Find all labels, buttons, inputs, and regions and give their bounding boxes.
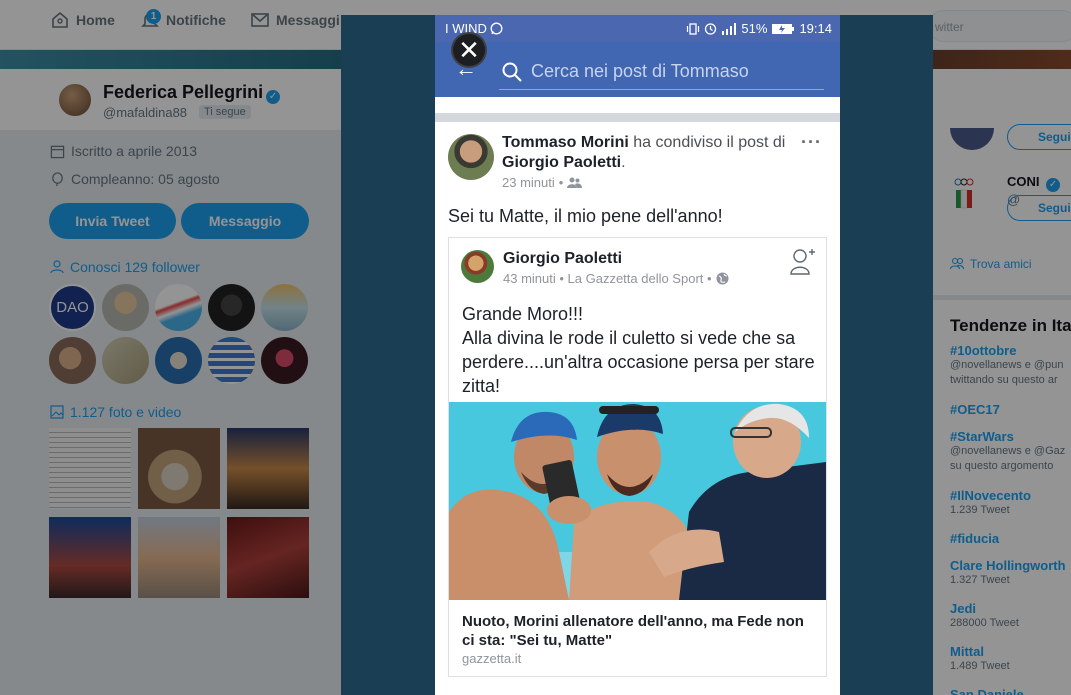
shared-text-line: Grande Moro!!! [462,304,584,324]
shared-text: Grande Moro!!! Alla divina le rode il cu… [462,302,820,398]
post-shared-from[interactable]: Giorgio Paoletti [502,154,621,171]
battery-percent: 51% [741,21,768,36]
previous-post-edge [435,97,840,113]
vibrate-icon [687,22,700,35]
add-friend-icon[interactable] [789,247,815,277]
post-timestamp[interactable]: 23 minuti • [502,175,583,190]
shared-text-line: perdere....un'altra occasione persa per … [462,352,815,372]
shared-author-avatar[interactable] [461,250,494,283]
post-text: Sei tu Matte, il mio pene dell'anno! [448,206,723,226]
facebook-post: Tommaso Morini ha condiviso il post di G… [435,122,840,695]
post-header: Tommaso Morini ha condiviso il post di G… [502,133,792,173]
globe-icon [716,272,729,285]
post-period: . [621,154,626,171]
statusbar-right: 51% 19:14 [686,21,832,36]
search-icon [502,62,522,82]
article-photo[interactable] [449,402,826,600]
friends-audience-icon [567,177,583,188]
facebook-header: ← Cerca nei post di Tommaso [435,42,840,97]
shared-post[interactable]: Giorgio Paoletti 43 minuti • La Gazzetta… [448,237,827,677]
post-author-avatar[interactable] [448,134,494,180]
post-options-icon[interactable]: ··· [801,132,822,153]
post-action-text: ha condiviso il post di [628,134,786,151]
shared-meta-text: 43 minuti • La Gazzetta dello Sport • [503,271,712,286]
shared-meta: 43 minuti • La Gazzetta dello Sport • [503,271,729,286]
shared-text-line: Alla divina le rode il culetto si vede c… [462,328,796,348]
post-time-separator: • [558,175,564,190]
link-domain: gazzetta.it [462,651,522,666]
feed-separator [435,113,840,122]
close-icon[interactable]: ✕ [451,32,487,68]
clock: 19:14 [799,21,832,36]
signal-icon [722,22,737,35]
post-search-input[interactable]: Cerca nei post di Tommaso [499,54,824,90]
shared-text-line: zitta! [462,376,501,396]
alarm-icon [705,23,717,35]
search-placeholder: Cerca nei post di Tommaso [531,61,749,81]
phone-screenshot: I WIND 51% 19:14 ← Cerca nei post di Tom… [435,15,840,695]
post-author[interactable]: Tommaso Morini [502,134,629,151]
whatsapp-icon [490,22,503,35]
post-time-text: 23 minuti [502,175,555,190]
android-statusbar: I WIND 51% 19:14 [435,15,840,42]
shared-author[interactable]: Giorgio Paoletti [503,250,622,268]
battery-icon [772,23,795,34]
link-title[interactable]: Nuoto, Morini allenatore dell'anno, ma F… [462,612,817,650]
